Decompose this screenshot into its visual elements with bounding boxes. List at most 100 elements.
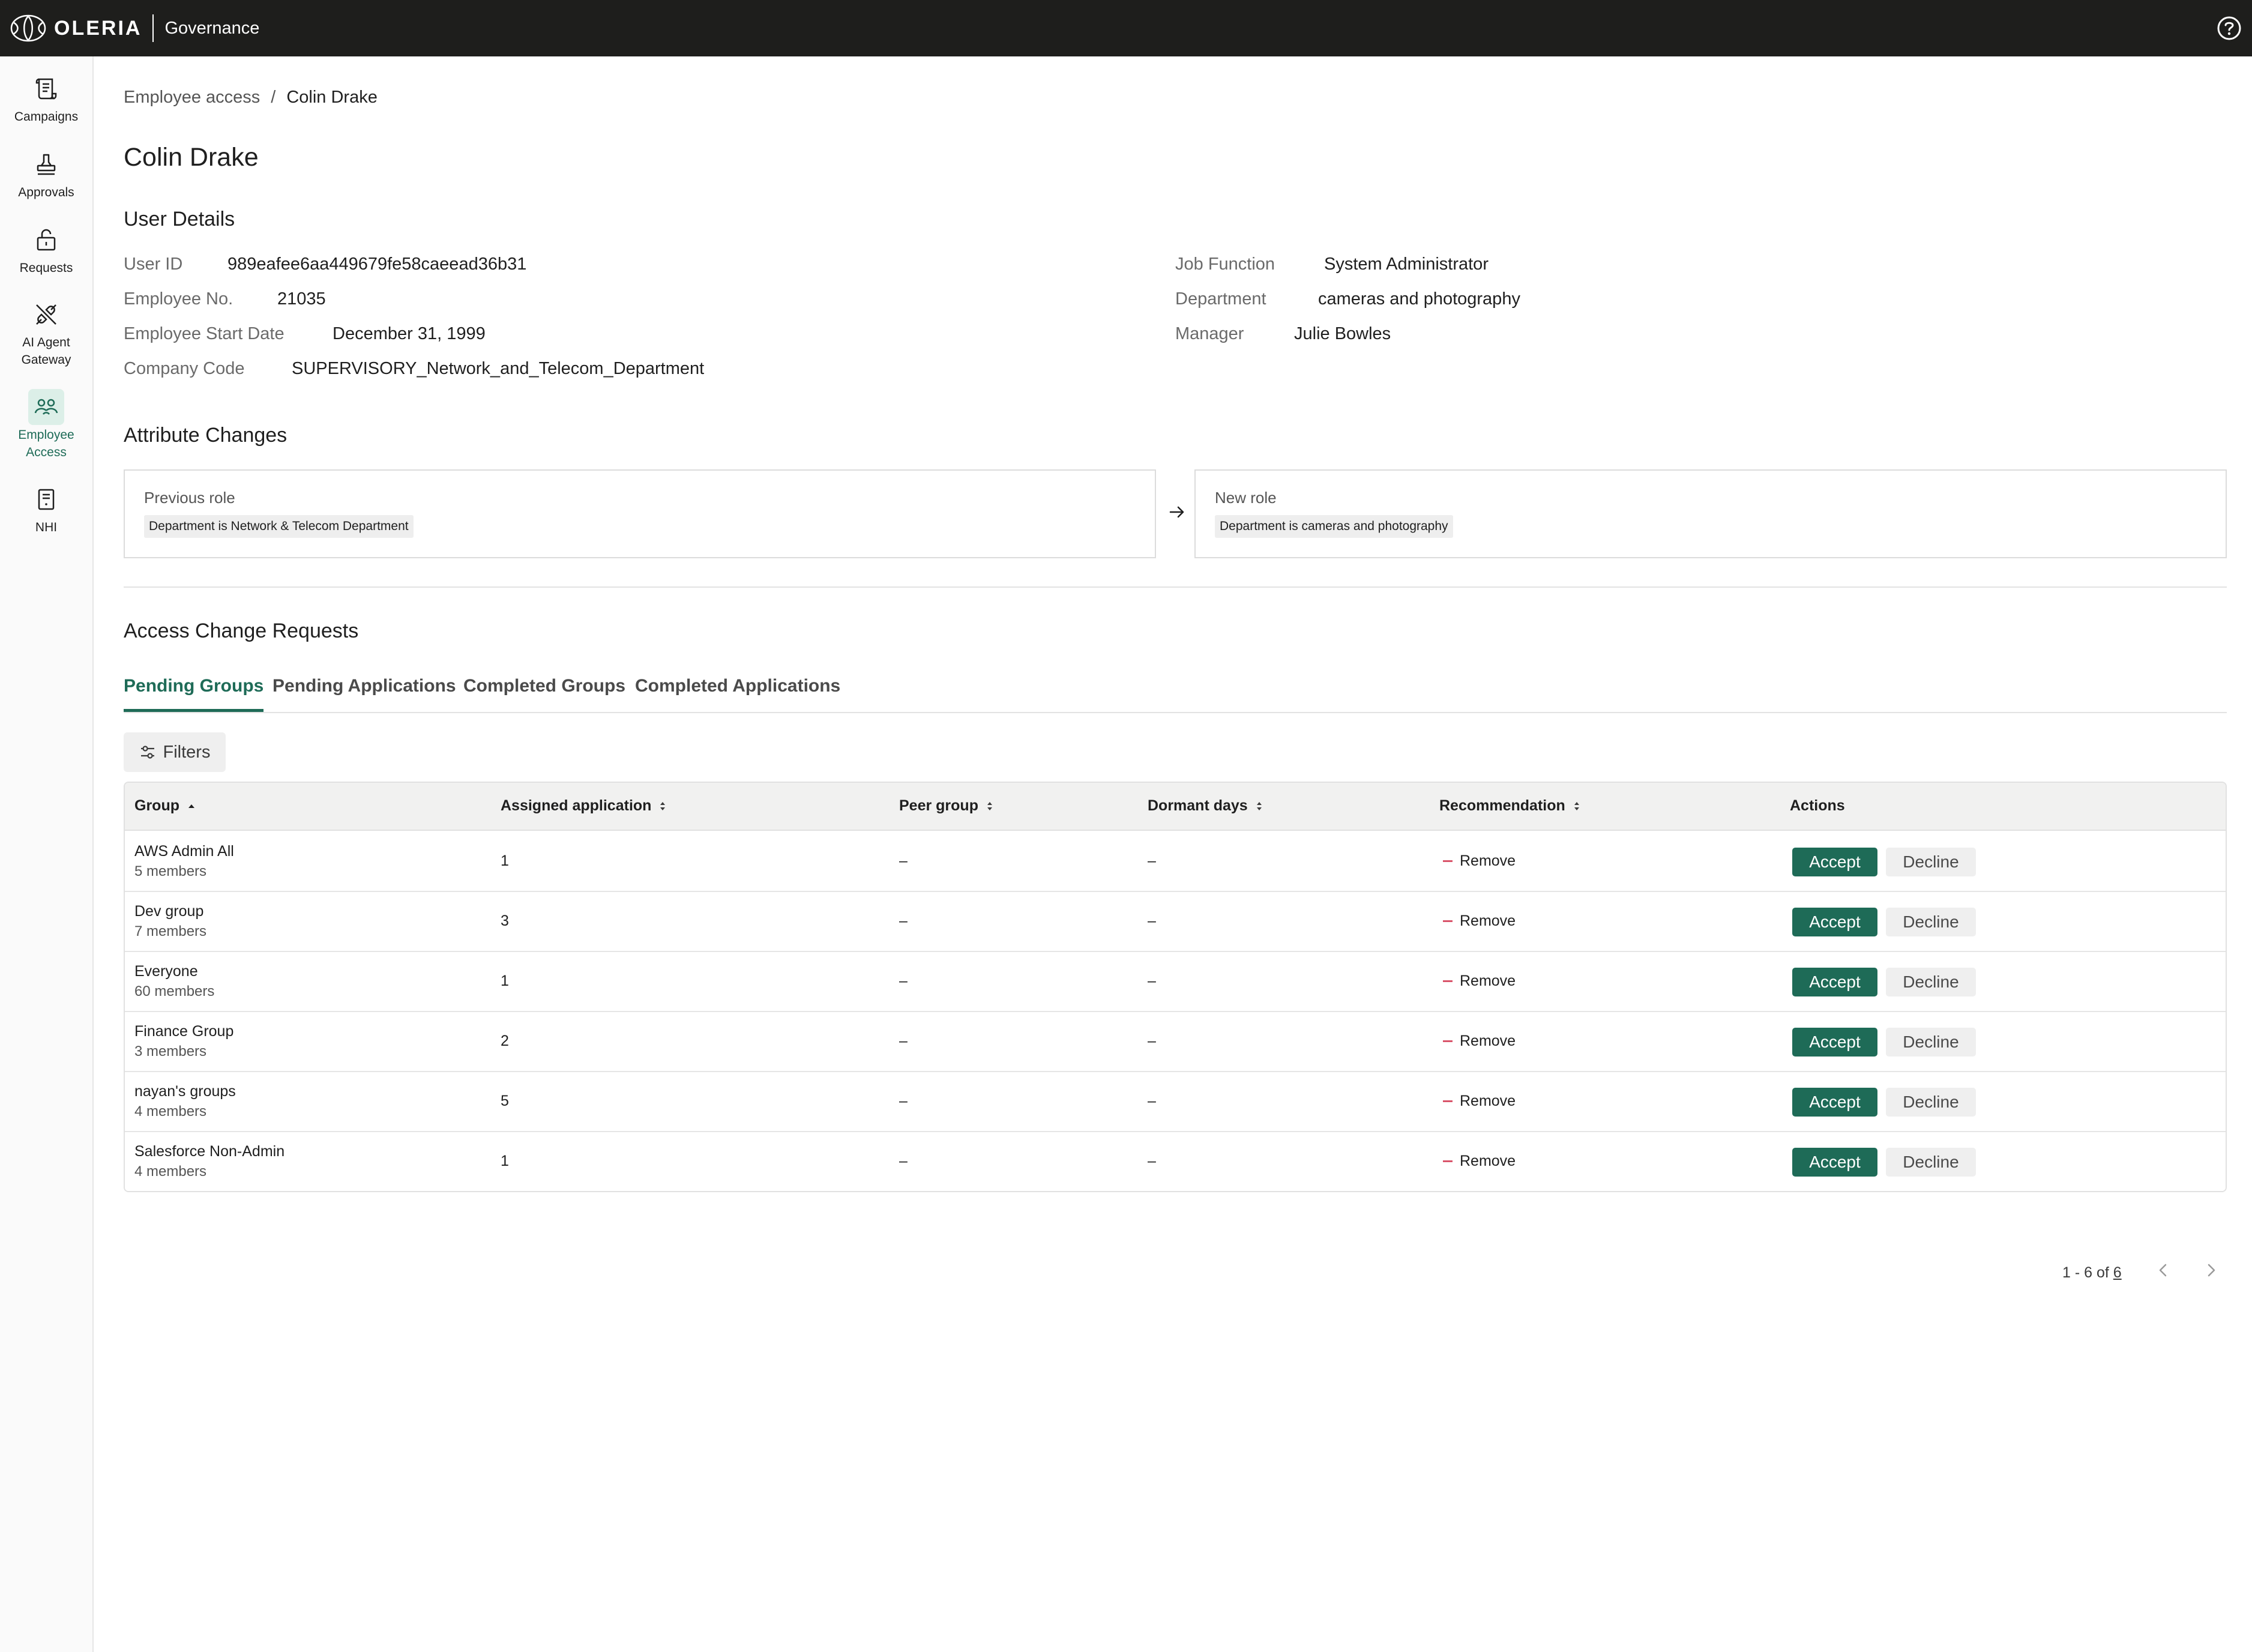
logo-wordmark: OLERIA [54,16,142,40]
pagination-range: 1 - 6 of [2062,1264,2109,1281]
pagination-summary: 1 - 6 of 6 [2062,1264,2122,1282]
filters-button[interactable]: Filters [124,732,226,772]
group-name[interactable]: nayan's groups [134,1083,236,1100]
peer-group-value: – [899,972,908,989]
new-role-card: New role Department is cameras and photo… [1194,469,2227,558]
sliders-icon [140,746,154,759]
chevron-right-icon[interactable] [2200,1259,2222,1281]
peer-group-value: – [899,1032,908,1049]
group-name[interactable]: AWS Admin All [134,843,234,860]
accept-button[interactable]: Accept [1792,908,1877,936]
accept-button[interactable]: Accept [1792,1088,1877,1117]
tab-completed-groups[interactable]: Completed Groups [463,676,625,712]
manager-label: Manager [1175,324,1244,343]
column-header-assigned-application[interactable]: Assigned application [501,797,667,815]
accept-button[interactable]: Accept [1792,1148,1877,1177]
dormant-days-value: – [1148,912,1156,929]
user-id-row: User ID 989eafee6aa449679fe58caeead36b31 [124,255,526,274]
stamp-icon [37,154,56,175]
manager-value: Julie Bowles [1294,324,1391,343]
sidebar-item-requests[interactable]: Requests [0,222,92,277]
sort-icon [660,801,666,810]
assigned-application-count: 1 [501,1153,509,1169]
dormant-days-value: – [1148,1153,1156,1169]
accept-button[interactable]: Accept [1792,968,1877,996]
column-header-group[interactable]: Group [134,797,196,815]
top-bar: OLERIA Governance [0,0,2252,56]
column-header-dormant-days[interactable]: Dormant days [1148,797,1263,815]
group-name[interactable]: Salesforce Non-Admin [134,1143,285,1160]
minus-icon [1443,1100,1453,1102]
minus-icon [1443,1160,1453,1162]
access-requests-tabs: Pending Groups Pending Applications Comp… [124,676,2227,713]
sidebar-item-campaigns[interactable]: Campaigns [0,71,92,125]
sidebar-item-label: Employee Access [18,428,74,459]
sort-icon [1574,801,1579,810]
decline-button[interactable]: Decline [1886,1028,1976,1057]
accept-button[interactable]: Accept [1792,1028,1877,1057]
peer-group-value: – [899,852,908,869]
minus-icon [1443,1040,1453,1042]
breadcrumb-separator: / [271,88,276,107]
table-row: nayan's groups 4 members 5 – – Remove Ac… [125,1072,2226,1132]
column-header-peer-group[interactable]: Peer group [899,797,994,815]
sidebar-item-approvals[interactable]: Approvals [0,146,92,201]
decline-button[interactable]: Decline [1886,968,1976,996]
decline-button[interactable]: Decline [1886,1148,1976,1177]
sidebar-item-employee-access[interactable]: Employee Access [0,389,92,461]
recommendation: Remove [1443,1032,1516,1050]
breadcrumb-parent-link[interactable]: Employee access [124,88,260,107]
sidebar-item-label: AI Agent Gateway [21,336,71,367]
sidebar-item-label: Requests [19,261,73,275]
job-function-value: System Administrator [1324,255,1489,274]
product-name: Governance [164,18,260,38]
group-name[interactable]: Finance Group [134,1023,233,1040]
tab-pending-groups[interactable]: Pending Groups [124,676,264,712]
manager-row: Manager Julie Bowles [1175,324,1391,344]
minus-icon [1443,860,1453,862]
user-details-title: User Details [124,208,235,231]
sort-icon [1256,801,1262,810]
minus-icon [1443,920,1453,922]
minus-icon [1443,980,1453,982]
decline-button[interactable]: Decline [1886,908,1976,936]
peer-group-value: – [899,912,908,929]
department-row: Department cameras and photography [1175,289,1520,309]
group-name[interactable]: Dev group [134,903,203,920]
tab-completed-applications[interactable]: Completed Applications [635,676,840,712]
employee-no-value: 21035 [277,289,326,309]
help-icon[interactable] [2216,15,2242,41]
logo-divider [152,14,154,42]
decline-button[interactable]: Decline [1886,1088,1976,1117]
accept-button[interactable]: Accept [1792,848,1877,876]
dormant-days-value: – [1148,1032,1156,1049]
start-date-row: Employee Start Date December 31, 1999 [124,324,486,344]
group-name[interactable]: Everyone [134,963,198,980]
company-code-row: Company Code SUPERVISORY_Network_and_Tele… [124,359,704,379]
employee-no-row: Employee No. 21035 [124,289,326,309]
sidebar-item-ai-agent-gateway[interactable]: AI Agent Gateway [0,297,92,369]
recommendation: Remove [1443,1153,1516,1170]
previous-role-chip: Department is Network & Telecom Departme… [144,515,414,538]
previous-role-card: Previous role Department is Network & Te… [124,469,1156,558]
chevron-left-icon[interactable] [2152,1259,2174,1281]
attribute-changes-title: Attribute Changes [124,424,288,447]
department-label: Department [1175,289,1266,309]
scroll-icon [35,78,57,100]
sort-ascending-icon [188,804,194,808]
start-date-label: Employee Start Date [124,324,285,343]
tab-pending-applications[interactable]: Pending Applications [272,676,456,712]
previous-role-label: Previous role [144,489,235,507]
decline-button[interactable]: Decline [1886,848,1976,876]
group-members: 5 members [134,863,207,879]
breadcrumb: Employee access / Colin Drake [124,88,378,107]
sidebar-item-nhi[interactable]: NHI [0,481,92,536]
table-header: Group Assigned application Peer group Do… [125,783,2226,831]
pagination-total[interactable]: 6 [2113,1264,2122,1281]
assigned-application-count: 1 [501,972,509,989]
document-icon [38,489,55,510]
table-row: AWS Admin All 5 members 1 – – Remove Acc… [125,832,2226,892]
column-header-recommendation[interactable]: Recommendation [1439,797,1581,815]
job-function-label: Job Function [1175,255,1275,274]
logo[interactable]: OLERIA Governance [10,14,259,43]
